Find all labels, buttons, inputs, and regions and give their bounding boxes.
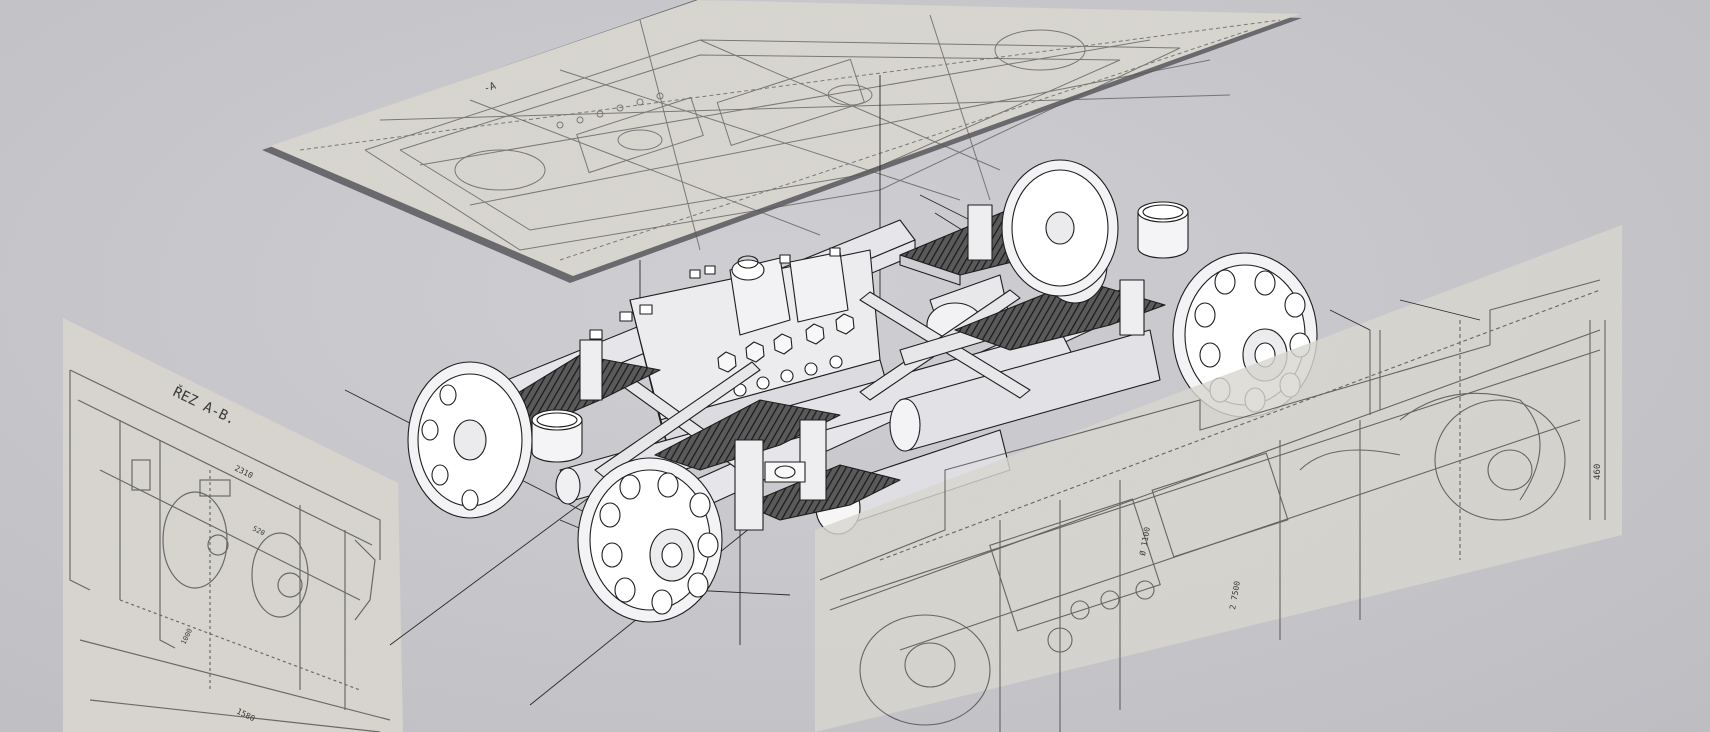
- left-blueprint-sheet: ŘEZ A-B. 2310 1580 520 1000: [63, 318, 403, 732]
- left-sheet-paper: [63, 318, 403, 732]
- wheel-front-left: [577, 457, 723, 623]
- wheel-rear-right: [1001, 159, 1119, 297]
- right-sheet-dim-height: 460: [1593, 464, 1603, 480]
- wheel-rear-left: [407, 361, 533, 519]
- scene-canvas[interactable]: -A ŘEZ A-B. 2310 1580 520 1000 460 Ø 110…: [0, 0, 1710, 732]
- viewport-3d[interactable]: -A ŘEZ A-B. 2310 1580 520 1000 460 Ø 110…: [0, 0, 1710, 732]
